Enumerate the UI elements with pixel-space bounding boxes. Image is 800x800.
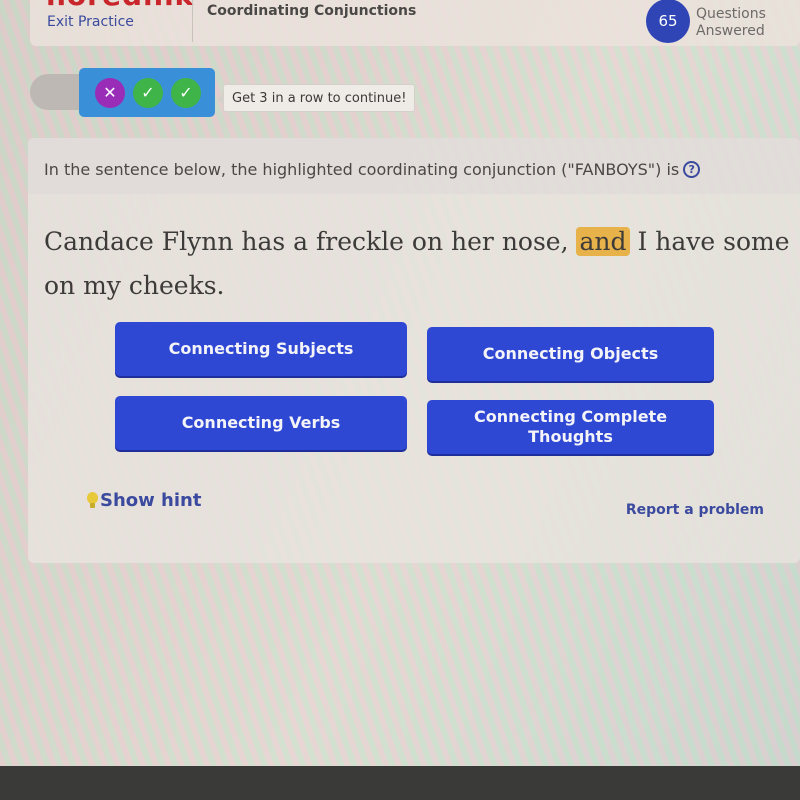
report-problem-link[interactable]: Report a problem [626,502,764,518]
question-prompt: In the sentence below, the highlighted c… [44,160,701,179]
check-icon: ✓ [171,77,201,108]
prompt-text: In the sentence below, the highlighted c… [44,160,680,179]
questions-answered-label: Questions Answered [696,6,774,40]
highlighted-conjunction: and [576,227,630,256]
answer-connecting-objects[interactable]: Connecting Objects [427,327,714,381]
noredink-logo[interactable]: noredink [46,0,194,10]
answer-connecting-complete-thoughts[interactable]: Connecting Complete Thoughts [427,400,714,454]
header-divider [192,0,193,42]
x-icon: ✕ [95,77,125,108]
questions-answered-text: Questions Answered [696,6,766,39]
streak-tooltip: Get 3 in a row to continue! [216,84,416,112]
question-mark-icon[interactable]: ? [683,161,701,178]
question-card: In the sentence below, the highlighted c… [28,138,800,563]
answer-connecting-subjects[interactable]: Connecting Subjects [115,322,407,376]
check-icon: ✓ [133,77,163,108]
sentence-before: Candace Flynn has a freckle on her nose, [44,227,577,256]
lightbulb-icon [86,491,98,510]
answer-connecting-verbs[interactable]: Connecting Verbs [115,396,407,450]
questions-answered-count: 65 [646,0,690,43]
show-hint-label: Show hint [100,490,202,511]
exit-practice-link[interactable]: Exit Practice [47,14,134,30]
streak-results: ✕ ✓ ✓ [79,68,215,117]
top-header: noredink Exit Practice Coordinating Conj… [30,0,800,46]
monitor-bezel [0,766,800,800]
prompt-bar: In the sentence below, the highlighted c… [28,138,800,194]
question-sentence: Candace Flynn has a freckle on her nose,… [44,220,794,308]
topic-title: Coordinating Conjunctions [207,3,417,19]
show-hint-button[interactable]: Show hint [86,490,201,511]
